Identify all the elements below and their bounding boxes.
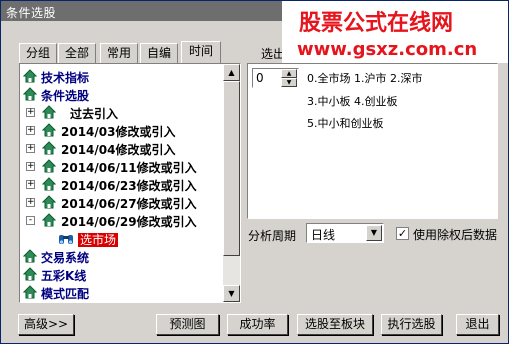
house-icon <box>41 105 57 119</box>
house-icon <box>41 159 57 173</box>
tree-node[interactable]: 条件选股 <box>20 86 223 104</box>
watermark-logo: 股票公式在线网 www.gsxz.com.cn <box>282 1 508 63</box>
tree-node[interactable]: - 2014/06/29修改或引入 <box>20 212 223 230</box>
spin-up-icon[interactable]: ▲ <box>281 69 297 78</box>
tree-node-label: 选市场 <box>78 231 119 248</box>
expand-icon[interactable]: + <box>26 162 35 171</box>
chevron-down-icon[interactable]: ▼ <box>366 225 382 241</box>
period-label: 分析周期 <box>248 229 297 243</box>
house-icon <box>22 69 38 83</box>
expand-icon[interactable]: + <box>26 180 35 189</box>
tree-node-label: 过去引入 <box>70 107 119 121</box>
exright-checkbox[interactable]: ✓ <box>396 227 409 240</box>
success-rate-button[interactable]: 成功率 <box>227 314 288 335</box>
tree-node-label: 2014/03修改或引入 <box>61 125 176 139</box>
tree-node-label: 2014/06/11修改或引入 <box>61 161 197 175</box>
expand-icon[interactable]: + <box>26 108 35 117</box>
selected-highlight: 选市场 <box>78 233 119 247</box>
tree-node-label: 五彩K线 <box>41 269 87 283</box>
period-select[interactable]: 日线 ▼ <box>306 223 384 243</box>
param-option-2: 3.中小板 4.创业板 <box>307 95 398 108</box>
tree-node[interactable]: +2014/06/27修改或引入 <box>20 194 223 212</box>
tree-node[interactable]: 交易系统 <box>20 248 223 266</box>
tree-node-label: 2014/06/23修改或引入 <box>61 179 197 193</box>
tree-node[interactable]: 五彩K线 <box>20 266 223 284</box>
watermark-line1: 股票公式在线网 <box>299 11 454 36</box>
tree-node[interactable]: 技术指标 <box>20 68 223 86</box>
tree-node[interactable]: 选市场 <box>20 230 223 248</box>
house-icon <box>22 87 38 101</box>
scroll-down-icon[interactable]: ▼ <box>223 285 240 302</box>
collapse-icon[interactable]: - <box>26 216 35 225</box>
period-value: 日线 <box>311 228 336 242</box>
exright-label: 使用除权后数据 <box>413 228 498 242</box>
spin-value: 0 <box>256 71 264 85</box>
tree-node-label: 交易系统 <box>41 251 90 265</box>
house-icon <box>41 123 57 137</box>
param-option-1: 0.全市场 1.沪市 2.深市 <box>307 72 423 85</box>
tree-node-label: 条件选股 <box>41 89 90 103</box>
house-icon <box>22 249 38 263</box>
execute-selection-button[interactable]: 执行选股 <box>381 314 442 335</box>
house-icon <box>22 285 38 299</box>
tree-content: 技术指标 条件选股 + 过去引入 +2014/03修改或引入 +2014/04修改或引入 +… <box>20 64 223 302</box>
tab-common[interactable]: 常用 <box>100 43 138 63</box>
expand-icon[interactable]: + <box>26 198 35 207</box>
house-icon <box>41 177 57 191</box>
tree-node-label: 2014/06/27修改或引入 <box>61 197 197 211</box>
tab-all[interactable]: 全部 <box>58 43 96 63</box>
tree-node[interactable]: +2014/04修改或引入 <box>20 140 223 158</box>
tree-node[interactable]: +2014/03修改或引入 <box>20 122 223 140</box>
tab-group[interactable]: 分组 <box>19 43 57 63</box>
house-icon <box>22 267 38 281</box>
exit-button[interactable]: 退出 <box>456 314 499 335</box>
formula-tree: 技术指标 条件选股 + 过去引入 +2014/03修改或引入 +2014/04修改或引入 +… <box>19 63 241 303</box>
scroll-thumb[interactable] <box>223 81 240 256</box>
window-title: 条件选股 <box>6 6 57 20</box>
watermark-line2: www.gsxz.com.cn <box>297 39 478 60</box>
scroll-up-icon[interactable]: ▲ <box>223 64 240 81</box>
expand-icon[interactable]: + <box>26 126 35 135</box>
expand-icon[interactable]: + <box>26 144 35 153</box>
house-icon <box>41 195 57 209</box>
param-option-3: 5.中小和创业板 <box>307 117 384 130</box>
market-spin-input[interactable]: 0 ▲ ▼ <box>252 68 299 88</box>
house-icon <box>41 141 57 155</box>
tree-node-label: 2014/04修改或引入 <box>61 143 176 157</box>
tree-node[interactable]: 模式匹配 <box>20 284 223 302</box>
tab-time[interactable]: 时间 <box>181 41 221 63</box>
tree-node-label: 模式匹配 <box>41 287 90 301</box>
condition-stock-selection-window: 条件选股 股票公式在线网 www.gsxz.com.cn 分组 全部 常用 自编… <box>0 0 509 344</box>
tree-node[interactable]: + 过去引入 <box>20 104 223 122</box>
tree-node-label: 2014/06/29修改或引入 <box>61 215 197 229</box>
tree-vertical-scrollbar[interactable]: ▲ ▼ <box>223 64 240 302</box>
binoculars-icon <box>58 231 73 245</box>
tree-node-label: 技术指标 <box>41 71 90 85</box>
parameter-panel: 0 ▲ ▼ 0.全市场 1.沪市 2.深市 3.中小板 4.创业板 5.中小和创… <box>247 63 498 219</box>
tree-node[interactable]: +2014/06/11修改或引入 <box>20 158 223 176</box>
preview-chart-button[interactable]: 预测图 <box>156 314 219 335</box>
advanced-button[interactable]: 高级>> <box>18 314 74 335</box>
spin-down-icon[interactable]: ▼ <box>281 78 297 87</box>
select-to-block-button[interactable]: 选股至板块 <box>297 314 373 335</box>
house-icon <box>41 213 57 227</box>
tree-node[interactable]: +2014/06/23修改或引入 <box>20 176 223 194</box>
tab-custom[interactable]: 自编 <box>140 43 178 63</box>
